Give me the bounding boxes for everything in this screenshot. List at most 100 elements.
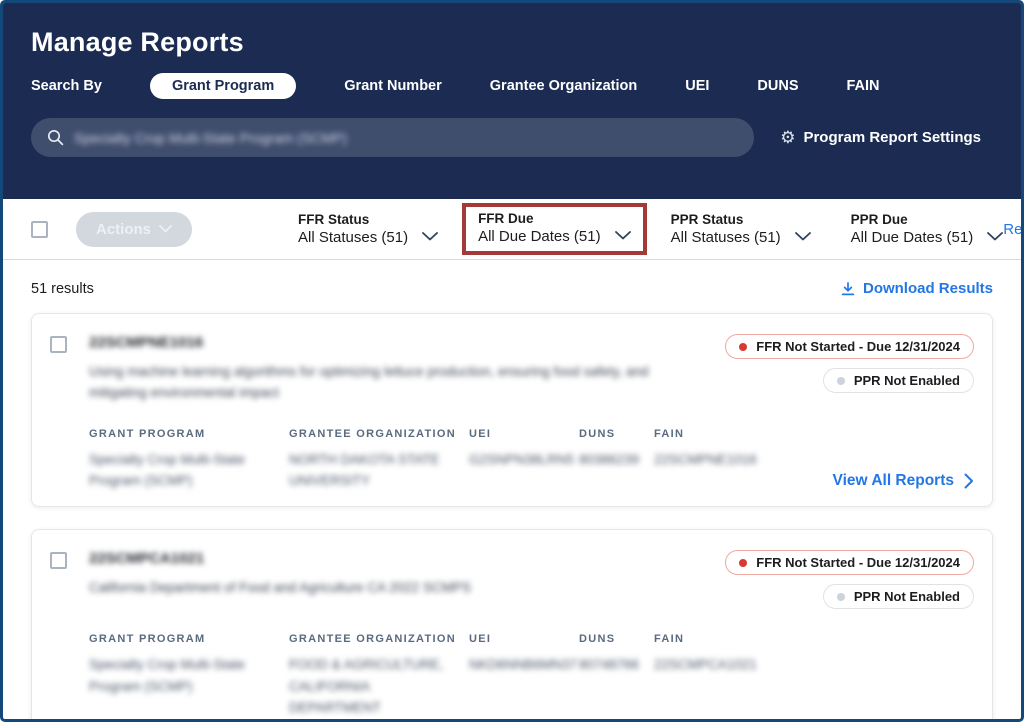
actions-button-label: Actions xyxy=(96,221,151,238)
ppr-status-value: All Statuses (51) xyxy=(671,229,781,246)
tab-fain[interactable]: FAIN xyxy=(847,78,880,94)
grant-number-link[interactable]: 22SCMPNE1016 xyxy=(89,334,203,351)
ppr-status-badge: PPR Not Enabled xyxy=(823,584,974,609)
chevron-down-icon xyxy=(159,225,172,233)
field-grantee-organization: GRANTEE ORGANIZATION FOOD & AGRICULTURE,… xyxy=(289,633,469,722)
field-value: Specialty Crop Multi-State Program (SCMP… xyxy=(89,654,289,697)
field-label: UEI xyxy=(469,633,579,645)
field-label: DUNS xyxy=(579,633,654,645)
results-bar: 51 results Download Results xyxy=(3,260,1021,303)
search-input[interactable]: Specialty Crop Multi-State Program (SCMP… xyxy=(31,118,754,157)
field-label: UEI xyxy=(469,428,579,440)
ppr-status-badge-label: PPR Not Enabled xyxy=(854,373,960,388)
grant-description: California Department of Food and Agricu… xyxy=(89,578,689,599)
ffr-status-dropdown[interactable]: FFR Status All Statuses (51) xyxy=(298,212,438,246)
reset-filters-link[interactable]: Reset Filters xyxy=(1003,221,1024,238)
results-count: 51 results xyxy=(31,281,94,297)
ppr-status-dropdown[interactable]: PPR Status All Statuses (51) xyxy=(671,212,811,246)
search-row: Specialty Crop Multi-State Program (SCMP… xyxy=(31,118,993,157)
download-icon xyxy=(840,281,856,297)
field-value: NORTH DAKOTA STATE UNIVERSITY xyxy=(289,449,469,492)
chevron-down-icon xyxy=(987,232,1003,241)
field-grant-program: GRANT PROGRAM Specialty Crop Multi-State… xyxy=(89,633,289,697)
app-window: Manage Reports Search By Grant Program G… xyxy=(0,0,1024,722)
page-header: Manage Reports Search By Grant Program G… xyxy=(3,3,1021,199)
field-uei: UEI NKD6NNB6MN37 xyxy=(469,633,579,676)
gear-icon: ⚙ xyxy=(780,129,795,146)
status-dot-gray-icon xyxy=(837,377,845,385)
tab-grantee-organization[interactable]: Grantee Organization xyxy=(490,78,637,94)
report-card: 22SCMPCA1021 California Department of Fo… xyxy=(31,529,993,722)
field-value: 80386239 xyxy=(579,449,654,471)
field-label: FAIN xyxy=(654,428,814,440)
search-input-value: Specialty Crop Multi-State Program (SCMP… xyxy=(74,130,347,146)
ppr-due-value: All Due Dates (51) xyxy=(851,229,974,246)
field-label: FAIN xyxy=(654,633,814,645)
grant-description: Using machine learning algorithms for op… xyxy=(89,362,689,404)
ffr-status-badge: FFR Not Started - Due 12/31/2024 xyxy=(725,550,974,575)
page-title: Manage Reports xyxy=(31,27,993,58)
view-all-reports-link[interactable]: View All Reports xyxy=(833,472,974,490)
field-duns: DUNS 80386239 xyxy=(579,428,654,471)
tab-grant-program[interactable]: Grant Program xyxy=(150,73,296,99)
select-all-checkbox[interactable] xyxy=(31,221,48,238)
program-report-settings-button[interactable]: ⚙ Program Report Settings xyxy=(780,129,981,146)
report-card: 22SCMPNE1016 Using machine learning algo… xyxy=(31,313,993,507)
download-results-button[interactable]: Download Results xyxy=(840,280,993,297)
field-fain: FAIN 22SCMPCA1021 xyxy=(654,633,814,676)
field-label: GRANTEE ORGANIZATION xyxy=(289,633,469,645)
ffr-status-label: FFR Status xyxy=(298,212,408,227)
field-value: 22SCMPCA1021 xyxy=(654,654,814,676)
field-value: NKD6NNB6MN37 xyxy=(469,654,579,676)
chevron-down-icon xyxy=(795,232,811,241)
grant-number-link[interactable]: 22SCMPCA1021 xyxy=(89,550,204,567)
field-value: 80748766 xyxy=(579,654,654,676)
report-checkbox[interactable] xyxy=(50,336,67,353)
ppr-status-label: PPR Status xyxy=(671,212,781,227)
field-label: GRANT PROGRAM xyxy=(89,428,289,440)
view-all-reports-label: View All Reports xyxy=(833,472,954,490)
field-grant-program: GRANT PROGRAM Specialty Crop Multi-State… xyxy=(89,428,289,492)
chevron-down-icon xyxy=(422,232,438,241)
status-dot-red-icon xyxy=(739,559,747,567)
filter-bar: Actions FFR Status All Statuses (51) FFR… xyxy=(3,199,1021,260)
status-dot-red-icon xyxy=(739,343,747,351)
search-icon xyxy=(47,129,64,146)
ppr-status-badge: PPR Not Enabled xyxy=(823,368,974,393)
ffr-due-label: FFR Due xyxy=(478,211,601,226)
download-results-label: Download Results xyxy=(863,280,993,297)
search-by-tabs: Search By Grant Program Grant Number Gra… xyxy=(31,78,993,94)
field-value: G2SNPN38LRN5 xyxy=(469,449,579,471)
ffr-status-badge-label: FFR Not Started - Due 12/31/2024 xyxy=(756,339,960,354)
chevron-right-icon xyxy=(964,473,974,489)
ppr-status-badge-label: PPR Not Enabled xyxy=(854,589,960,604)
field-uei: UEI G2SNPN38LRN5 xyxy=(469,428,579,471)
field-fain: FAIN 22SCMPNE1016 xyxy=(654,428,814,471)
report-checkbox[interactable] xyxy=(50,552,67,569)
status-dot-gray-icon xyxy=(837,593,845,601)
field-value: FOOD & AGRICULTURE, CALIFORNIA DEPARTMEN… xyxy=(289,654,469,722)
tab-uei[interactable]: UEI xyxy=(685,78,709,94)
ffr-due-value: All Due Dates (51) xyxy=(478,228,601,245)
field-duns: DUNS 80748766 xyxy=(579,633,654,676)
program-report-settings-label: Program Report Settings xyxy=(803,129,981,146)
field-value: 22SCMPNE1016 xyxy=(654,449,814,471)
ffr-status-badge-label: FFR Not Started - Due 12/31/2024 xyxy=(756,555,960,570)
search-by-label: Search By xyxy=(31,78,102,94)
ppr-due-dropdown[interactable]: PPR Due All Due Dates (51) xyxy=(851,212,1004,246)
ffr-due-dropdown[interactable]: FFR Due All Due Dates (51) xyxy=(478,211,631,245)
field-label: GRANT PROGRAM xyxy=(89,633,289,645)
field-label: DUNS xyxy=(579,428,654,440)
ffr-due-highlight-annotation: FFR Due All Due Dates (51) xyxy=(462,203,647,255)
chevron-down-icon xyxy=(615,231,631,240)
actions-button[interactable]: Actions xyxy=(76,212,192,247)
ffr-status-badge: FFR Not Started - Due 12/31/2024 xyxy=(725,334,974,359)
tab-duns[interactable]: DUNS xyxy=(757,78,798,94)
field-label: GRANTEE ORGANIZATION xyxy=(289,428,469,440)
ffr-status-value: All Statuses (51) xyxy=(298,229,408,246)
tab-grant-number[interactable]: Grant Number xyxy=(344,78,442,94)
field-grantee-organization: GRANTEE ORGANIZATION NORTH DAKOTA STATE … xyxy=(289,428,469,492)
report-list: 22SCMPNE1016 Using machine learning algo… xyxy=(3,303,1021,722)
field-value: Specialty Crop Multi-State Program (SCMP… xyxy=(89,449,289,492)
ppr-due-label: PPR Due xyxy=(851,212,974,227)
